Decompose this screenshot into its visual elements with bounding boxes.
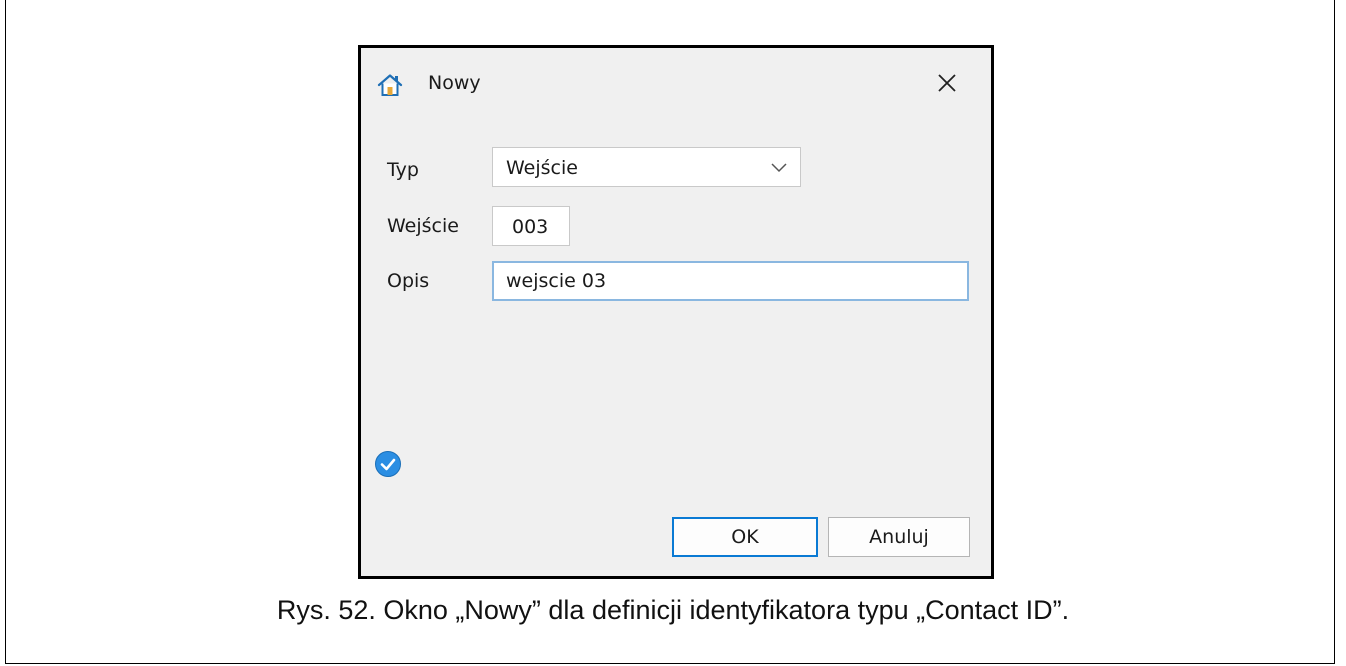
description-label: Opis — [387, 270, 430, 292]
close-icon — [938, 74, 956, 92]
type-label: Typ — [387, 159, 419, 181]
cancel-button[interactable]: Anuluj — [828, 517, 970, 557]
check-circle-icon — [375, 451, 401, 477]
description-input[interactable] — [492, 261, 969, 301]
new-dialog: Nowy Typ Wejście Wejście 003 Opis OK Anu… — [358, 45, 994, 579]
close-button[interactable] — [929, 66, 965, 100]
dialog-title: Nowy — [428, 72, 481, 94]
input-number-field[interactable]: 003 — [492, 206, 570, 246]
home-icon — [377, 74, 403, 96]
figure-caption: Rys. 52. Okno „Nowy” dla definicji ident… — [276, 595, 1070, 625]
ok-button[interactable]: OK — [672, 517, 818, 557]
type-select-value: Wejście — [506, 157, 578, 179]
type-select[interactable]: Wejście — [492, 147, 801, 187]
input-number-value: 003 — [512, 216, 549, 238]
chevron-down-icon — [771, 163, 787, 173]
input-number-label: Wejście — [387, 215, 459, 237]
